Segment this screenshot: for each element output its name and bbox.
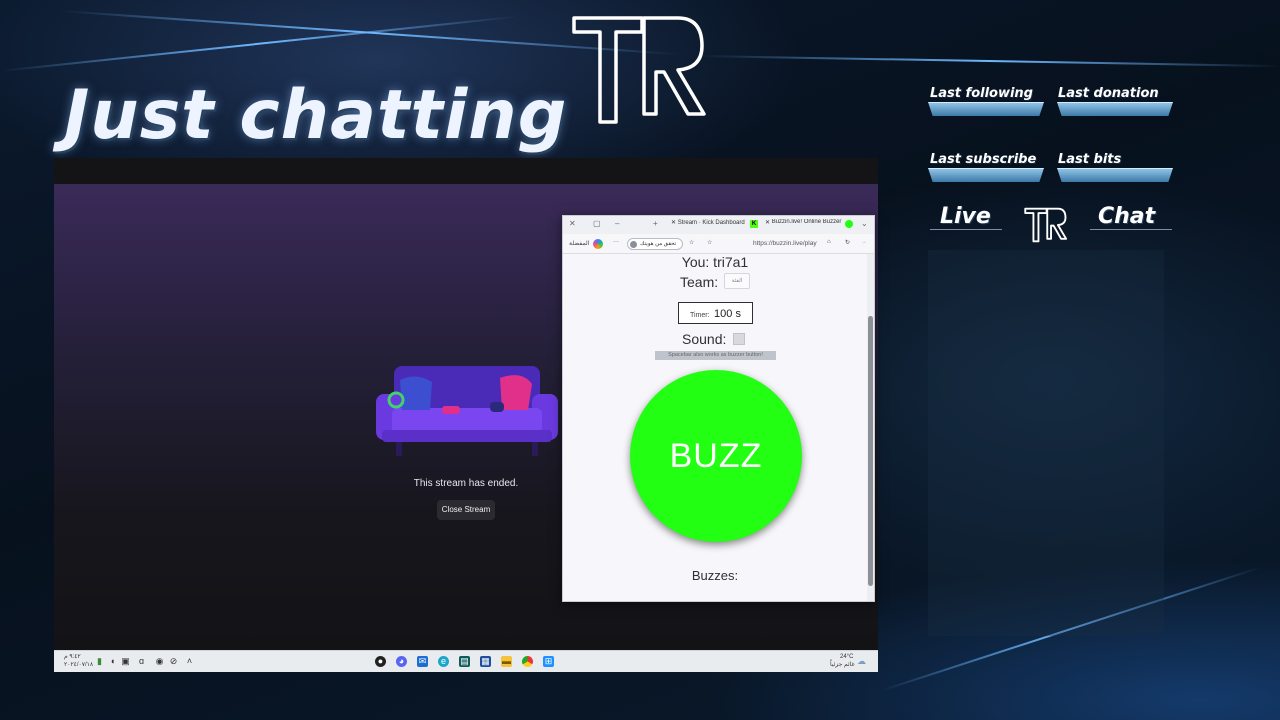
tr-logo-icon (572, 16, 706, 124)
page-scrollbar[interactable] (867, 254, 874, 601)
last-bits-label: Last bits (1058, 152, 1122, 167)
last-subscribe-label: Last subscribe (930, 152, 1037, 167)
favorite-star-icon[interactable]: ☆ (707, 239, 712, 246)
url-input[interactable]: https://buzzin.live/play (753, 240, 817, 247)
windows-start-icon[interactable]: ⊞ (543, 656, 554, 667)
timer-box: Timer: 100 s (678, 302, 753, 324)
copilot-icon[interactable] (593, 239, 603, 249)
buzzer-page: You: tri7a1 Team: الفئة Timer: 100 s Sou… (563, 254, 867, 601)
edge-app-icon[interactable]: e (438, 656, 449, 667)
volume-icon[interactable]: ◖ (107, 656, 118, 667)
discord-app-icon[interactable]: ◕ (396, 656, 407, 667)
last-following-label: Last following (930, 86, 1033, 101)
last-following-bar (928, 102, 1044, 116)
timer-label: Timer: (690, 312, 710, 319)
last-subscribe-bar (928, 168, 1044, 182)
taskbar-clock-date[interactable]: ٢٠٢٤/٠٧/١٨ (64, 662, 93, 669)
camera-off-icon[interactable]: ⊘ (168, 656, 179, 667)
capture-top-bar (54, 158, 878, 184)
sound-label: Sound: (682, 331, 727, 347)
tab-kick-dashboard-label: Stream · Kick Dashboard (677, 220, 745, 226)
live-label: Live (940, 204, 991, 229)
file-explorer-icon[interactable]: ▬ (501, 656, 512, 667)
profile-button[interactable]: تحقق من هويتك (627, 238, 683, 250)
tab-buzzin-live[interactable]: ✕ Buzzin.live! Online Buzzer (765, 219, 842, 226)
more-options-icon[interactable]: ··· (613, 239, 619, 245)
overlay-title: Just chatting (64, 76, 568, 155)
buzzin-favicon-icon (845, 220, 853, 228)
new-tab-icon[interactable]: + (653, 219, 658, 228)
sound-checkbox[interactable] (733, 333, 745, 345)
task-view-icon[interactable]: ▦ (480, 656, 491, 667)
window-close-icon[interactable]: ✕ (569, 219, 576, 228)
last-donation-label: Last donation (1058, 86, 1159, 101)
weather-description[interactable]: غائم جزئياً (830, 662, 855, 669)
favorites-label[interactable]: المفضلة (569, 240, 589, 247)
buzz-button[interactable]: BUZZ (630, 370, 802, 542)
kick-favicon-icon: K (750, 220, 758, 228)
live-underline (930, 229, 1002, 230)
tab-kick-dashboard[interactable]: ✕ Stream · Kick Dashboard (671, 219, 745, 226)
back-arrow-icon[interactable]: → (861, 239, 867, 245)
window-maximize-icon[interactable]: ▢ (593, 219, 601, 228)
tab-buzzin-live-label: Buzzin.live! Online Buzzer (771, 219, 842, 225)
chat-panel (928, 250, 1164, 636)
chat-underline (1090, 229, 1172, 230)
obs-app-icon[interactable]: ● (375, 656, 386, 667)
weather-temperature[interactable]: 24°C (840, 654, 853, 661)
browser-address-bar: المفضلة ··· تحقق من هويتك ☆ ☆ https://bu… (563, 234, 874, 254)
browser-tab-strip: ✕ ▢ – + ✕ Stream · Kick Dashboard K ✕ Bu… (563, 216, 874, 234)
buzzes-heading: Buzzes: (691, 568, 739, 583)
taskbar-clock-time[interactable]: ٩:٤٢ م (64, 654, 81, 661)
timer-value: 100 s (714, 308, 741, 320)
profile-label: تحقق من هويتك (640, 241, 677, 247)
tr-small-logo-icon (1024, 207, 1068, 243)
lock-icon: ⌂ (827, 239, 831, 245)
store-app-icon[interactable]: ▤ (459, 656, 470, 667)
spacebar-hint: Spacebar also works as buzzer button! (655, 351, 776, 360)
browser-window: ✕ ▢ – + ✕ Stream · Kick Dashboard K ✕ Bu… (562, 215, 875, 602)
mail-app-icon[interactable]: ✉ (417, 656, 428, 667)
microphone-icon[interactable]: ◉ (154, 656, 165, 667)
language-icon[interactable]: ɑ (136, 656, 147, 667)
player-name: You: tri7a1 (681, 254, 749, 270)
windows-taskbar: ٩:٤٢ م ٢٠٢٤/٠٧/١٨ ▮ ◖ ▣ ɑ ◉ ⊘ ˄ ● ◕ ✉ e … (54, 650, 878, 672)
scrollbar-thumb[interactable] (868, 316, 873, 586)
battery-icon[interactable]: ▮ (94, 656, 105, 667)
profile-avatar-icon (630, 241, 637, 248)
show-hidden-icons-icon[interactable]: ˄ (184, 656, 195, 667)
tab-list-chevron-icon[interactable]: ⌄ (861, 219, 868, 228)
close-stream-button[interactable]: Close Stream (437, 500, 495, 520)
sofa-illustration-icon (376, 366, 558, 456)
stream-ended-message: This stream has ended. (413, 478, 519, 489)
team-select[interactable]: الفئة (724, 273, 750, 289)
reload-icon[interactable]: ↻ (845, 239, 850, 246)
weather-cloud-icon[interactable]: ☁ (856, 656, 867, 667)
last-donation-bar (1057, 102, 1173, 116)
collections-icon[interactable]: ☆ (689, 239, 694, 246)
last-bits-bar (1057, 168, 1173, 182)
network-icon[interactable]: ▣ (120, 656, 131, 667)
window-minimize-icon[interactable]: – (615, 219, 619, 228)
team-label: Team: (680, 274, 719, 290)
chrome-app-icon[interactable] (522, 656, 533, 667)
chat-label: Chat (1098, 204, 1156, 229)
